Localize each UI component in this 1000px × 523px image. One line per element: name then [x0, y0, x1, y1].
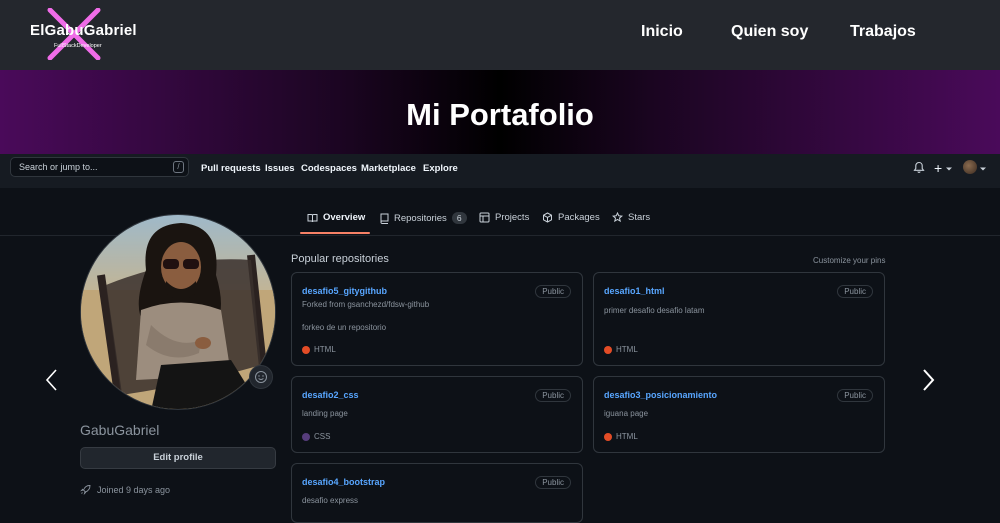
nav-inicio[interactable]: Inicio: [641, 23, 683, 41]
edit-profile-button[interactable]: Edit profile: [80, 447, 276, 469]
bell-icon[interactable]: [913, 161, 925, 174]
star-icon: [612, 212, 623, 223]
repo-card: desafio4_bootstrap Public desafio expres…: [291, 463, 583, 523]
language-label: CSS: [314, 432, 331, 441]
site-navbar: ElGabuGabriel FullStackDeveloper Inicio …: [0, 0, 1000, 70]
repo-description: forkeo de un repositorio: [302, 323, 387, 332]
link-pull-requests[interactable]: Pull requests: [201, 163, 261, 174]
language-label: HTML: [616, 345, 638, 354]
repo-name-link[interactable]: desafio5_gitygithub: [302, 286, 387, 296]
tab-projects-label: Projects: [495, 212, 530, 223]
package-icon: [543, 212, 552, 223]
repo-description: iguana page: [604, 409, 649, 418]
search-placeholder: Search or jump to...: [19, 162, 98, 172]
banner-title: Mi Portafolio: [406, 97, 594, 132]
search-input[interactable]: Search or jump to... /: [10, 157, 189, 177]
joined-info: Joined 9 days ago: [80, 484, 170, 495]
portfolio-banner: Mi Portafolio: [0, 70, 1000, 154]
tab-overview[interactable]: Overview: [307, 212, 365, 223]
language-color-dot: [604, 345, 612, 354]
repo-description: primer desafio desafio latam: [604, 306, 705, 315]
language-color-dot: [302, 345, 310, 354]
chevron-down-icon: [980, 167, 986, 171]
profile-username: GabuGabriel: [80, 422, 160, 438]
site-logo[interactable]: ElGabuGabriel FullStackDeveloper: [30, 8, 150, 60]
avatar-photo: [81, 215, 275, 409]
repo-name-link[interactable]: desafio4_bootstrap: [302, 477, 385, 487]
nav-quien-soy[interactable]: Quien soy: [731, 23, 808, 41]
repo-card: desafio2_css Public landing page CSS: [291, 376, 583, 453]
tab-projects[interactable]: Projects: [479, 212, 529, 223]
profile-avatar[interactable]: [80, 214, 276, 410]
link-marketplace[interactable]: Marketplace: [361, 163, 416, 174]
tab-stars[interactable]: Stars: [612, 212, 650, 223]
logo-subtitle: FullStackDeveloper: [54, 43, 102, 49]
customize-pins-link[interactable]: Customize your pins: [813, 256, 885, 265]
tab-packages[interactable]: Packages: [542, 212, 600, 223]
repo-language: HTML: [604, 345, 638, 354]
tab-stars-label: Stars: [628, 212, 651, 223]
tab-repositories[interactable]: Repositories 6: [379, 212, 467, 224]
repo-language: CSS: [302, 432, 330, 441]
carousel-prev-arrow-icon[interactable]: [44, 368, 60, 392]
repo-description: landing page: [302, 409, 348, 418]
nav-trabajos[interactable]: Trabajos: [850, 23, 916, 41]
repo-description: desafio express: [302, 496, 359, 505]
visibility-badge: Public: [535, 389, 571, 402]
language-color-dot: [302, 432, 310, 441]
set-status-button[interactable]: [249, 365, 273, 389]
joined-text: Joined 9 days ago: [97, 484, 171, 495]
language-color-dot: [604, 432, 612, 441]
repo-card: desafio1_html Public primer desafio desa…: [593, 272, 885, 366]
language-label: HTML: [616, 432, 638, 441]
table-icon: [479, 212, 490, 223]
tab-packages-label: Packages: [558, 212, 600, 223]
language-label: HTML: [314, 345, 336, 354]
smiley-icon: [255, 371, 267, 383]
repo-card: desafio5_gitygithub Public Forked from g…: [291, 272, 583, 366]
link-issues[interactable]: Issues: [265, 163, 295, 174]
visibility-badge: Public: [535, 285, 571, 298]
link-codespaces[interactable]: Codespaces: [301, 163, 357, 174]
repo-name-link[interactable]: desafio1_html: [604, 286, 665, 296]
repo-name-link[interactable]: desafio3_posicionamiento: [604, 390, 717, 400]
chevron-down-icon: [946, 167, 952, 171]
create-new-button[interactable]: +: [934, 160, 942, 176]
repositories-count: 6: [451, 212, 467, 224]
tab-repositories-label: Repositories: [394, 212, 447, 224]
repo-card: desafio3_posicionamiento Public iguana p…: [593, 376, 885, 453]
logo-name: ElGabuGabriel: [30, 22, 137, 39]
repo-icon: [380, 213, 389, 224]
visibility-badge: Public: [535, 476, 571, 489]
link-explore[interactable]: Explore: [423, 163, 458, 174]
visibility-badge: Public: [837, 285, 873, 298]
repo-name-link[interactable]: desafio2_css: [302, 390, 359, 400]
active-tab-indicator: [300, 232, 370, 234]
user-avatar-small[interactable]: [963, 160, 977, 174]
carousel-next-arrow-icon[interactable]: [920, 368, 936, 392]
visibility-badge: Public: [837, 389, 873, 402]
tab-overview-label: Overview: [323, 212, 366, 223]
popular-repositories-title: Popular repositories: [291, 253, 389, 265]
repo-language: HTML: [302, 345, 336, 354]
slash-key-hint: /: [173, 161, 184, 173]
book-icon: [307, 213, 318, 222]
github-header: Search or jump to... / Pull requests Iss…: [0, 154, 1000, 188]
repo-forked-from: Forked from gsanchezd/fdsw-github: [302, 300, 430, 309]
rocket-icon: [80, 485, 91, 495]
repo-language: HTML: [604, 432, 638, 441]
